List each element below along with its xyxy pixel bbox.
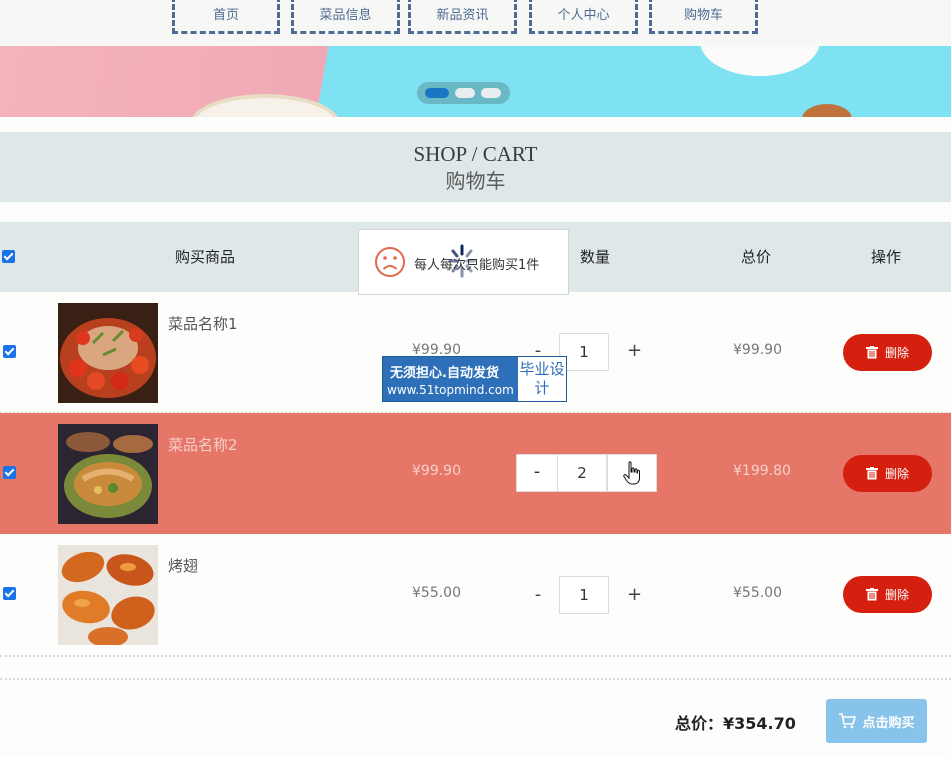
page-title-band: SHOP / CART 购物车 (0, 132, 951, 202)
row-checkbox[interactable] (3, 587, 16, 600)
cart-row: 烤翅 ¥55.00 - 1 + ¥55.00 删除 (0, 534, 951, 655)
grand-total: 总价：¥354.70 (675, 710, 796, 734)
nav-item-home[interactable]: 首页 (172, 0, 280, 34)
carousel-dot-1[interactable] (425, 88, 449, 98)
row-divider (0, 655, 951, 657)
trash-icon (865, 346, 878, 359)
qty-minus-button[interactable]: - (528, 584, 548, 605)
dish-price: ¥99.90 (412, 463, 461, 479)
carousel-dot-2[interactable] (455, 88, 475, 98)
qty-minus-button[interactable]: - (516, 454, 558, 492)
dish-thumbnail[interactable] (58, 545, 158, 645)
buy-button[interactable]: 点击购买 (826, 699, 927, 743)
qty-input[interactable]: 2 (557, 454, 607, 492)
page-title-zh: 购物车 (445, 169, 506, 193)
row-checkbox[interactable] (3, 466, 16, 479)
trash-icon (865, 588, 878, 601)
delete-button[interactable]: 删除 (843, 455, 932, 492)
dish-thumbnail[interactable] (58, 303, 158, 403)
watermark-badge: 无须担心.自动发货 www.51topmind.com 毕业设计 (382, 356, 567, 402)
sad-face-icon (375, 247, 405, 277)
nav-item-dishes[interactable]: 菜品信息 (291, 0, 400, 34)
cart-row-highlighted: 菜品名称2 ¥99.90 - 2 ¥199.80 删除 (0, 413, 951, 534)
delete-label: 删除 (884, 346, 909, 360)
cart-icon (839, 713, 857, 729)
banner-carousel[interactable] (0, 46, 951, 117)
nav-item-cart[interactable]: 购物车 (649, 0, 758, 34)
delete-label: 删除 (884, 467, 909, 481)
delete-button[interactable]: 删除 (843, 576, 932, 613)
header-product: 购买商品 (175, 248, 236, 266)
watermark-right: 毕业设计 (518, 357, 566, 401)
grand-total-label: 总价： (675, 714, 724, 733)
trash-icon (865, 467, 878, 480)
carousel-indicators (417, 82, 510, 104)
buy-label: 点击购买 (862, 715, 915, 731)
dish-thumbnail[interactable] (58, 424, 158, 524)
row-total: ¥199.80 (733, 463, 791, 479)
nav-item-profile[interactable]: 个人中心 (529, 0, 638, 34)
top-nav: 首页 菜品信息 新品资讯 个人中心 购物车 (0, 0, 951, 46)
header-action: 操作 (871, 248, 902, 266)
watermark-line2: www.51topmind.com (387, 383, 514, 397)
hand-cursor-icon (623, 461, 640, 485)
dish-price: ¥55.00 (412, 585, 461, 601)
row-checkbox[interactable] (3, 345, 16, 358)
watermark-line1: 无须担心.自动发货 (390, 366, 499, 381)
nav-item-news[interactable]: 新品资讯 (408, 0, 517, 34)
qty-input[interactable]: 1 (559, 576, 609, 614)
toast-notification: 每人每次只能购买1件 (358, 229, 569, 295)
delete-button[interactable]: 删除 (843, 334, 932, 371)
qty-plus-button[interactable]: + (627, 584, 642, 605)
delete-label: 删除 (884, 588, 909, 602)
dish-name[interactable]: 菜品名称1 (168, 313, 238, 334)
qty-plus-button[interactable] (607, 454, 657, 492)
carousel-dot-3[interactable] (481, 88, 501, 98)
select-all-checkbox[interactable] (2, 250, 15, 263)
dish-name[interactable]: 烤翅 (168, 555, 198, 576)
header-quantity: 数量 (580, 248, 611, 266)
dish-name[interactable]: 菜品名称2 (168, 434, 238, 455)
loading-spinner-icon (448, 244, 476, 278)
page-title-en: SHOP / CART (413, 142, 538, 166)
footer-divider (0, 678, 951, 680)
cart-page: 首页 菜品信息 新品资讯 个人中心 购物车 SHOP / CART 购物车 购买… (0, 0, 951, 757)
qty-plus-button[interactable]: + (627, 340, 642, 361)
header-total: 总价 (741, 248, 772, 266)
row-total: ¥55.00 (733, 585, 782, 601)
row-total: ¥99.90 (733, 342, 782, 358)
grand-total-value: ¥354.70 (723, 714, 796, 733)
